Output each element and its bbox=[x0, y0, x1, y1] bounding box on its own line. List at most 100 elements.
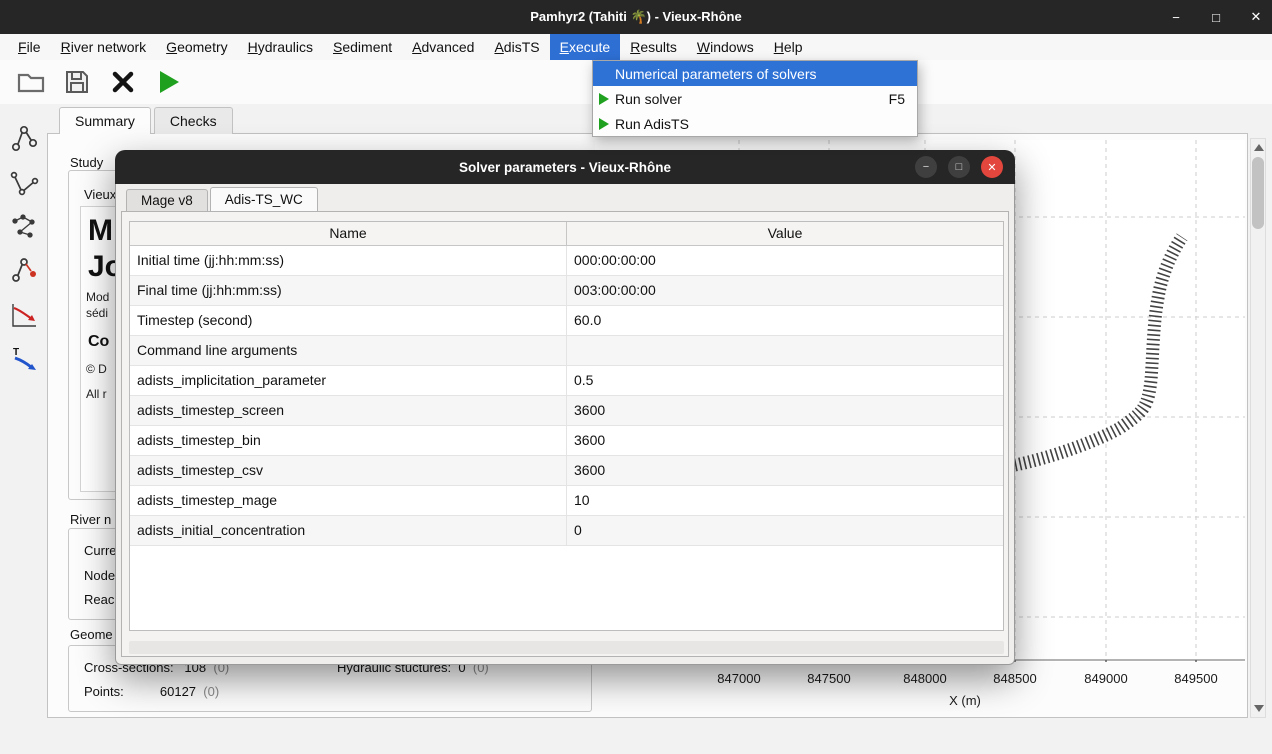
menu-results[interactable]: Results bbox=[620, 34, 687, 60]
tab-checks[interactable]: Checks bbox=[154, 107, 233, 134]
dialog-minimize-icon[interactable]: − bbox=[915, 156, 937, 178]
close-x-icon bbox=[110, 69, 136, 95]
execute-dropdown-menu: Numerical parameters of solvers Run solv… bbox=[592, 60, 918, 137]
table-row[interactable]: Timestep (second) 60.0 bbox=[130, 306, 1003, 336]
dialog-window-controls: − □ ✕ bbox=[915, 156, 1003, 178]
run-button[interactable] bbox=[152, 65, 186, 99]
menu-item-numerical-parameters[interactable]: Numerical parameters of solvers bbox=[593, 61, 917, 86]
parameters-table: Name Value Initial time (jj:hh:mm:ss) 00… bbox=[129, 221, 1004, 631]
main-tabbar: Summary Checks bbox=[47, 107, 233, 134]
close-study-button[interactable] bbox=[106, 65, 140, 99]
stat-points: Points: 60127 (0) bbox=[84, 684, 219, 699]
scroll-down-icon[interactable] bbox=[1254, 705, 1264, 712]
table-row[interactable]: adists_timestep_screen 3600 bbox=[130, 396, 1003, 426]
table-row[interactable]: adists_timestep_bin 3600 bbox=[130, 426, 1003, 456]
study-desc-line1: Mod bbox=[86, 290, 109, 304]
sidebar-button-reach-geometry[interactable] bbox=[9, 168, 39, 198]
table-row[interactable]: Initial time (jj:hh:mm:ss) 000:00:00:00 bbox=[130, 246, 1003, 276]
close-icon[interactable]: ✕ bbox=[1248, 9, 1264, 25]
run-play-icon bbox=[599, 93, 610, 105]
scrollbar-thumb[interactable] bbox=[1252, 157, 1264, 229]
study-contributors-fragment: Co bbox=[88, 333, 109, 351]
table-row[interactable]: adists_timestep_csv 3600 bbox=[130, 456, 1003, 486]
river-channel-path bbox=[1015, 237, 1182, 465]
menu-execute[interactable]: Execute bbox=[550, 34, 621, 60]
river-network-icon bbox=[9, 124, 39, 154]
table-row[interactable]: adists_timestep_mage 10 bbox=[130, 486, 1003, 516]
titlebar[interactable]: Pamhyr2 (Tahiti 🌴) - Vieux-Rhône − □ ✕ bbox=[0, 0, 1272, 34]
svg-text:T: T bbox=[13, 347, 19, 358]
vertical-scrollbar[interactable] bbox=[1250, 138, 1266, 718]
sidebar-button-river-network[interactable] bbox=[9, 124, 39, 154]
sidebar-button-boundary-conditions[interactable] bbox=[9, 256, 39, 286]
application-window: Pamhyr2 (Tahiti 🌴) - Vieux-Rhône − □ ✕ F… bbox=[0, 0, 1272, 754]
open-button[interactable] bbox=[14, 65, 48, 99]
river-section-label: River n bbox=[70, 512, 111, 527]
sidebar-button-adists[interactable]: T bbox=[9, 344, 39, 374]
column-header-value[interactable]: Value bbox=[567, 222, 1003, 245]
dialog-tab-pane: Name Value Initial time (jj:hh:mm:ss) 00… bbox=[121, 211, 1009, 657]
river-row-nodes: Node bbox=[84, 568, 115, 583]
solver-parameters-dialog: Solver parameters - Vieux-Rhône − □ ✕ Ma… bbox=[115, 150, 1015, 665]
study-section-label: Study bbox=[70, 155, 103, 170]
x-tick-label: 848500 bbox=[985, 671, 1045, 686]
table-row[interactable]: adists_initial_concentration 0 bbox=[130, 516, 1003, 546]
geometry-section-label: Geome bbox=[70, 627, 113, 642]
dialog-body: Mage v8 Adis-TS_WC Name Value Initial ti… bbox=[115, 184, 1015, 665]
save-button[interactable] bbox=[60, 65, 94, 99]
dialog-tab-adis-ts-wc[interactable]: Adis-TS_WC bbox=[210, 187, 318, 212]
x-axis-label: X (m) bbox=[925, 693, 1005, 708]
dialog-tabbar: Mage v8 Adis-TS_WC bbox=[126, 187, 320, 212]
scroll-up-icon[interactable] bbox=[1254, 144, 1264, 151]
shortcut-label: F5 bbox=[889, 91, 905, 107]
menu-river-network[interactable]: River network bbox=[51, 34, 157, 60]
nodes-icon bbox=[9, 212, 39, 242]
table-header-row: Name Value bbox=[130, 222, 1003, 246]
menu-hydraulics[interactable]: Hydraulics bbox=[238, 34, 323, 60]
sidebar-toolbar: T bbox=[0, 108, 47, 718]
study-name-fragment: Vieux bbox=[84, 187, 116, 202]
x-tick-label: 848000 bbox=[895, 671, 955, 686]
study-copyright-fragment: © D bbox=[86, 362, 107, 376]
boundary-conditions-icon bbox=[9, 256, 39, 286]
dialog-maximize-icon[interactable]: □ bbox=[948, 156, 970, 178]
table-row[interactable]: Command line arguments bbox=[130, 336, 1003, 366]
table-row[interactable]: adists_implicitation_parameter 0.5 bbox=[130, 366, 1003, 396]
menu-geometry[interactable]: Geometry bbox=[156, 34, 237, 60]
study-desc-line2: sédi bbox=[86, 306, 108, 320]
menu-sediment[interactable]: Sediment bbox=[323, 34, 402, 60]
study-rights-fragment: All r bbox=[86, 387, 107, 401]
menu-windows[interactable]: Windows bbox=[687, 34, 764, 60]
run-play-icon bbox=[157, 69, 181, 95]
x-tick-label: 847000 bbox=[709, 671, 769, 686]
study-heading-line1: M bbox=[88, 214, 113, 248]
dialog-title: Solver parameters - Vieux-Rhône bbox=[459, 160, 671, 175]
table-row[interactable]: Final time (jj:hh:mm:ss) 003:00:00:00 bbox=[130, 276, 1003, 306]
lateral-contributions-icon bbox=[9, 300, 39, 330]
column-header-name[interactable]: Name bbox=[130, 222, 567, 245]
river-row-reaches: Reac bbox=[84, 592, 114, 607]
dialog-titlebar[interactable]: Solver parameters - Vieux-Rhône − □ ✕ bbox=[115, 150, 1015, 184]
maximize-icon[interactable]: □ bbox=[1208, 10, 1224, 25]
x-tick-label: 849000 bbox=[1076, 671, 1136, 686]
sidebar-button-lateral-contributions[interactable] bbox=[9, 300, 39, 330]
reach-geometry-icon bbox=[9, 168, 39, 198]
menu-item-run-solver[interactable]: Run solver F5 bbox=[593, 86, 917, 111]
x-tick-label: 847500 bbox=[799, 671, 859, 686]
floppy-save-icon bbox=[64, 69, 90, 95]
minimize-icon[interactable]: − bbox=[1168, 10, 1184, 25]
sidebar-button-nodes[interactable] bbox=[9, 212, 39, 242]
tab-summary[interactable]: Summary bbox=[59, 107, 151, 134]
run-play-icon bbox=[599, 118, 610, 130]
window-title: Pamhyr2 (Tahiti 🌴) - Vieux-Rhône bbox=[530, 9, 741, 25]
menu-adists[interactable]: AdisTS bbox=[484, 34, 549, 60]
menubar: File River network Geometry Hydraulics S… bbox=[0, 34, 1272, 60]
horizontal-scrollbar[interactable] bbox=[129, 641, 1004, 654]
menu-advanced[interactable]: Advanced bbox=[402, 34, 484, 60]
adists-icon: T bbox=[9, 344, 39, 374]
menu-file[interactable]: File bbox=[8, 34, 51, 60]
dialog-close-icon[interactable]: ✕ bbox=[981, 156, 1003, 178]
menu-help[interactable]: Help bbox=[764, 34, 813, 60]
dialog-tab-mage-v8[interactable]: Mage v8 bbox=[126, 189, 208, 212]
menu-item-run-adists[interactable]: Run AdisTS bbox=[593, 111, 917, 136]
